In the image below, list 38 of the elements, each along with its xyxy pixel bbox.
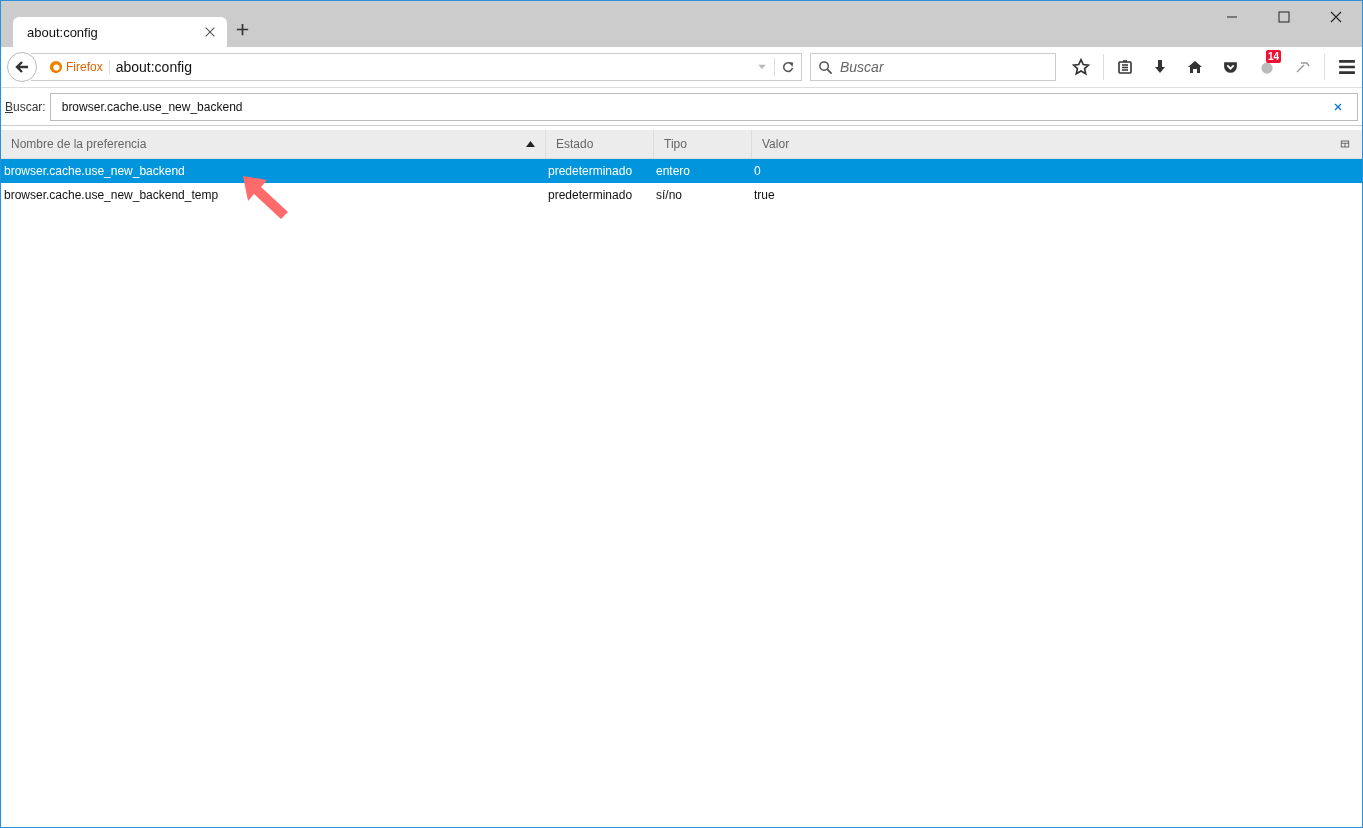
search-field[interactable]: Buscar (810, 53, 1056, 81)
back-button[interactable] (7, 52, 37, 82)
preference-status: predeterminado (547, 188, 634, 202)
maximize-icon[interactable] (1276, 9, 1292, 25)
preference-name: browser.cache.use_new_backend (3, 164, 186, 178)
download-icon[interactable] (1152, 59, 1168, 75)
pointer-arrow-drawing (241, 174, 291, 220)
clipboard-list-icon[interactable] (1117, 59, 1133, 75)
column-header[interactable]: Estado (545, 130, 653, 158)
column-picker-icon[interactable] (1339, 138, 1351, 150)
url-text: about:config (115, 59, 193, 75)
plus-icon[interactable] (235, 22, 250, 37)
close-icon[interactable] (203, 25, 217, 39)
column-header[interactable]: Valor (751, 130, 1328, 158)
star-icon[interactable] (1072, 58, 1090, 76)
preference-row[interactable]: browser.cache.use_new_backend_temp predeterminado sí/no true (1, 183, 1362, 207)
preference-value: true (753, 188, 776, 202)
identity-label: Firefox (66, 60, 103, 74)
reload-icon[interactable] (781, 60, 795, 74)
browser-tab[interactable]: about:config (13, 17, 227, 47)
home-icon[interactable] (1187, 59, 1203, 75)
column-header[interactable]: Tipo (653, 130, 751, 158)
filter-label: Buscar: (5, 100, 46, 114)
column-header[interactable]: Nombre de la preferencia (1, 130, 545, 158)
preference-type: sí/no (655, 188, 683, 202)
clear-icon[interactable] (1332, 101, 1344, 113)
preference-name: browser.cache.use_new_backend_temp (3, 188, 220, 202)
back-arrow-icon[interactable] (14, 59, 30, 75)
firefox-logo-icon[interactable] (49, 60, 63, 74)
close-icon[interactable] (1328, 9, 1344, 25)
notification-badge: 14 (1266, 50, 1282, 63)
menu-icon[interactable] (1338, 58, 1356, 76)
preference-status: predeterminado (547, 164, 634, 178)
preference-type: entero (655, 164, 692, 178)
preference-value: 0 (753, 164, 762, 178)
filter-field[interactable]: browser.cache.use_new_backend (49, 93, 1358, 121)
search-icon[interactable] (818, 60, 833, 75)
preference-row[interactable]: browser.cache.use_new_backend predeterminado entero 0 (1, 159, 1362, 183)
